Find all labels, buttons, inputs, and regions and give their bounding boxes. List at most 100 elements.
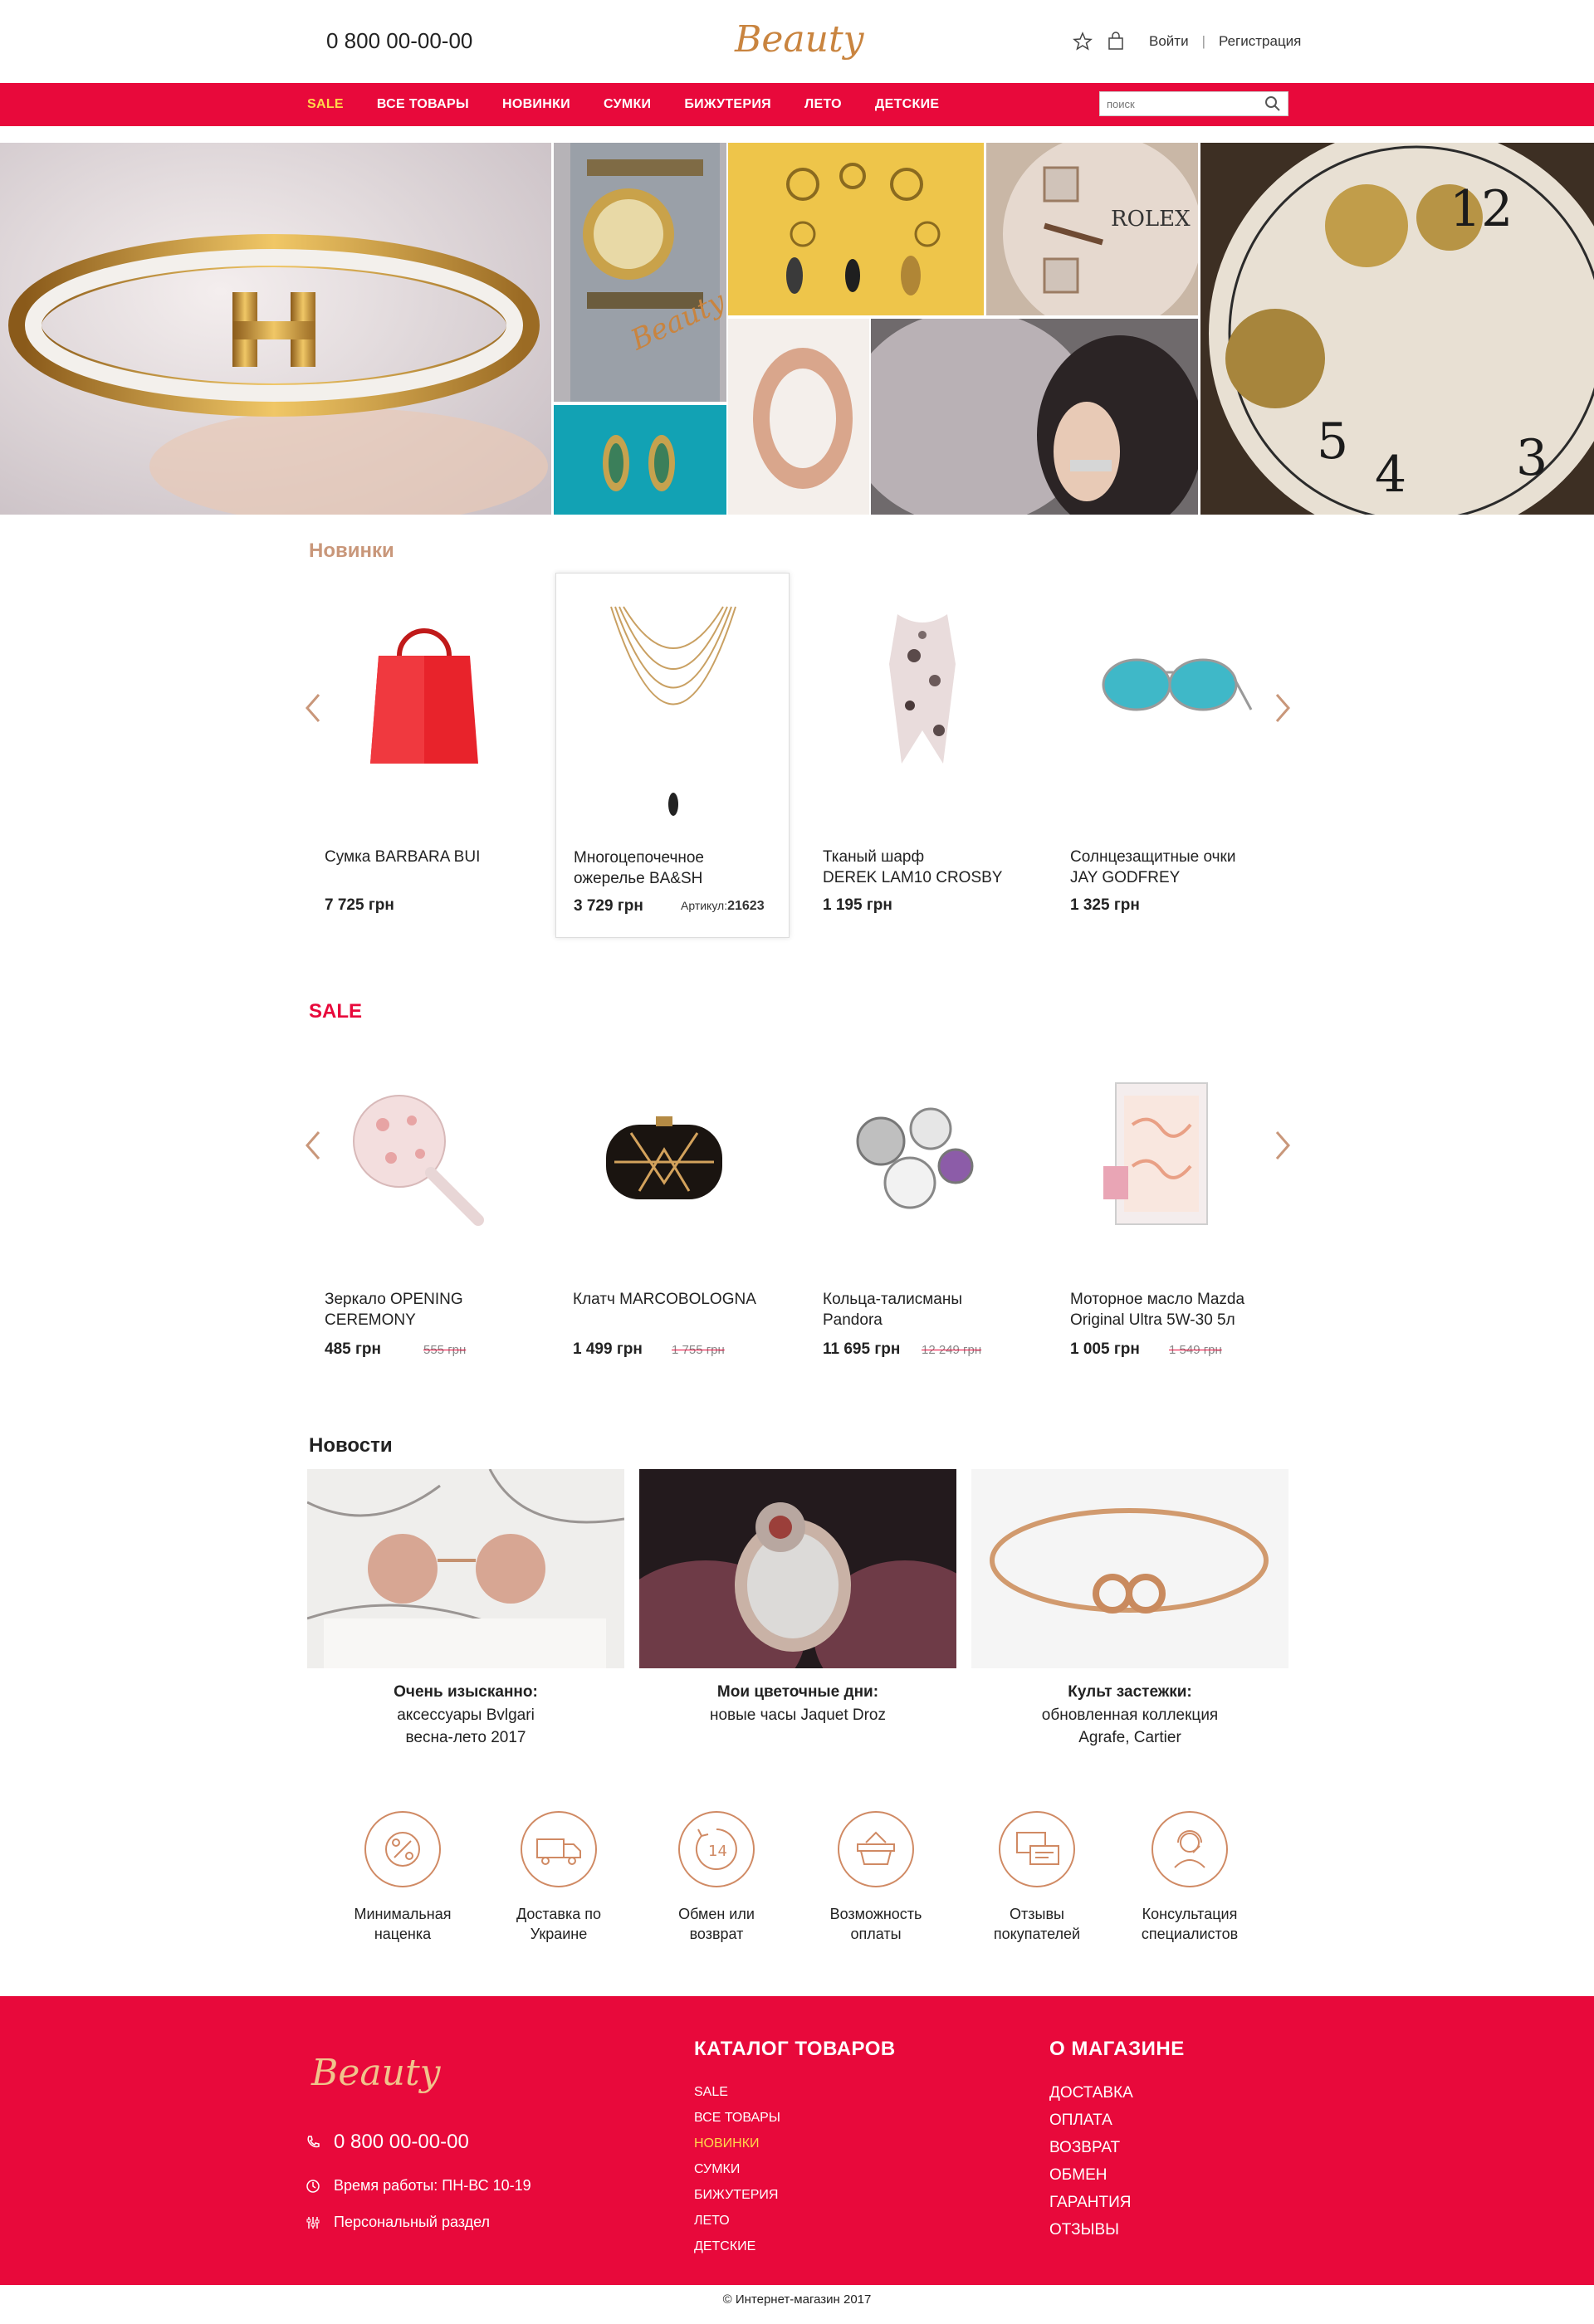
footer-about-item[interactable]: ОТЗЫВЫ <box>1049 2216 1133 2243</box>
footer-phone[interactable]: 0 800 00-00-00 <box>306 2131 469 2154</box>
product-card[interactable]: Тканый шарф DEREK LAM10 CROSBY 1 195 грн <box>805 573 1039 938</box>
nav-item-all[interactable]: ВСЕ ТОВАРЫ <box>377 97 469 112</box>
new-section-title: Новинки <box>309 540 394 562</box>
product-card-highlighted[interactable]: Многоцепочечное ожерелье BA&SH 3 729 грн … <box>555 573 790 938</box>
footer-logo-text: Beauty <box>310 2052 442 2094</box>
footer-catalog-item[interactable]: БИЖУТЕРИЯ <box>694 2182 780 2208</box>
logo[interactable]: Beauty <box>726 8 868 75</box>
footer-personal[interactable]: Персональный раздел <box>306 2214 490 2231</box>
news-title[interactable]: Очень изысканно: <box>307 1683 624 1702</box>
footer-about-item[interactable]: ВОЗВРАТ <box>1049 2134 1133 2161</box>
sale-card[interactable]: Кольца-талисманы Pandora 11 695 грн 12 24… <box>805 1058 1039 1374</box>
footer-catalog-item[interactable]: ДЕТСКИЕ <box>694 2234 780 2259</box>
footer-about-item[interactable]: ОПЛАТА <box>1049 2107 1133 2134</box>
nav-item-bags[interactable]: СУМКИ <box>604 97 651 112</box>
register-link[interactable]: Регистрация <box>1219 33 1301 50</box>
sale-card[interactable]: Зеркало OPENING CEREMONY 485 грн 555 грн <box>307 1058 541 1374</box>
footer-about-item[interactable]: ДОСТАВКА <box>1049 2079 1133 2107</box>
nav-item-jewelry[interactable]: БИЖУТЕРИЯ <box>684 97 771 112</box>
star-icon[interactable] <box>1073 32 1093 51</box>
feature-item: 14 Обмен или возврат <box>638 1809 795 1950</box>
product-name[interactable]: Моторное масло Mazda Original Ultra 5W-30… <box>1070 1289 1282 1330</box>
nav-item-summer[interactable]: ЛЕТО <box>804 97 842 112</box>
product-card[interactable]: Солнцезащитные очки JAY GODFREY 1 325 грн <box>1053 573 1287 938</box>
hero-image-cuff <box>728 319 869 515</box>
svg-text:14: 14 <box>708 1843 727 1860</box>
footer-logo[interactable]: Beauty <box>307 2042 448 2108</box>
news-card[interactable]: Очень изысканно: аксессуары Bvlgari весн… <box>307 1469 624 1751</box>
hero-image-fur <box>871 319 1198 515</box>
news-card[interactable]: Культ застежки: обновленная коллекция Ag… <box>971 1469 1288 1751</box>
nav-item-new[interactable]: НОВИНКИ <box>502 97 570 112</box>
sale-card[interactable]: Моторное масло Mazda Original Ultra 5W-30… <box>1053 1058 1287 1374</box>
search-input[interactable] <box>1100 92 1258 115</box>
feature-label: Обмен или <box>678 1906 755 1922</box>
basket-icon <box>838 1811 914 1887</box>
feature-label: наценка <box>374 1926 432 1942</box>
nav-item-sale[interactable]: SALE <box>307 97 344 112</box>
site-footer: Beauty 0 800 00-00-00 Время работы: ПН-В… <box>0 1996 1594 2285</box>
product-price: 1 005 грн <box>1070 1340 1140 1358</box>
product-old-price: 1 755 грн <box>672 1343 725 1357</box>
sale-image-clutch[interactable] <box>581 1075 747 1241</box>
product-card[interactable]: Сумка BARBARA BUI 7 725 грн <box>307 573 541 938</box>
bag-icon[interactable] <box>1106 32 1126 51</box>
product-image-bag[interactable] <box>341 606 507 772</box>
feature-label: Консультация <box>1142 1906 1238 1922</box>
news-text-line: Agrafe, Cartier <box>1078 1729 1181 1746</box>
news-image-watch[interactable] <box>639 1469 956 1668</box>
chat-icon <box>999 1811 1075 1887</box>
footer-about-item[interactable]: ОБМЕН <box>1049 2161 1133 2189</box>
product-name[interactable]: Зеркало OPENING CEREMONY <box>325 1289 536 1330</box>
news-title[interactable]: Культ застежки: <box>971 1683 1288 1702</box>
product-old-price: 555 грн <box>423 1343 467 1357</box>
footer-catalog-item[interactable]: СУМКИ <box>694 2156 780 2182</box>
product-image-sunglasses[interactable] <box>1087 606 1253 772</box>
search-icon[interactable] <box>1263 94 1283 114</box>
product-name[interactable]: Клатч MARCOBOLOGNA <box>573 1289 785 1310</box>
product-name[interactable]: Солнцезащитные очки JAY GODFREY <box>1070 847 1278 888</box>
news-image-bracelet[interactable] <box>971 1469 1288 1668</box>
footer-catalog-item[interactable]: ЛЕТО <box>694 2208 780 2234</box>
feature-label: Возможность <box>829 1906 922 1922</box>
footer-catalog-item[interactable]: SALE <box>694 2079 780 2105</box>
sale-image-mirror[interactable] <box>333 1075 499 1241</box>
logo-text: Beauty <box>734 18 865 61</box>
product-name[interactable]: Многоцепочечное ожерелье BA&SH <box>574 847 781 889</box>
footer-catalog-item[interactable]: ВСЕ ТОВАРЫ <box>694 2105 780 2131</box>
news-text-line: обновленная коллекция <box>1041 1706 1219 1724</box>
product-price: 1 499 грн <box>573 1340 643 1358</box>
header-actions: Войти | Регистрация <box>1073 32 1301 51</box>
product-name[interactable]: Тканый шарф DEREK LAM10 CROSBY <box>823 847 1030 888</box>
footer-catalog-item-active[interactable]: НОВИНКИ <box>694 2131 780 2156</box>
svg-text:3: 3 <box>1516 429 1548 487</box>
sale-card[interactable]: Клатч MARCOBOLOGNA 1 499 грн 1 755 грн <box>555 1058 790 1374</box>
header-phone[interactable]: 0 800 00-00-00 <box>326 28 472 54</box>
login-link[interactable]: Войти <box>1149 33 1189 50</box>
news-card[interactable]: Мои цветочные дни: новые часы Jaquet Dro… <box>639 1469 956 1751</box>
news-image-sunglasses[interactable] <box>307 1469 624 1668</box>
product-image-scarf[interactable] <box>839 606 1005 772</box>
product-image-necklace[interactable] <box>590 590 756 823</box>
feature-label: оплаты <box>850 1926 902 1942</box>
product-price: 11 695 грн <box>823 1340 901 1358</box>
product-name[interactable]: Сумка BARBARA BUI <box>325 847 532 867</box>
product-sku: Артикул:21623 <box>681 899 765 913</box>
product-old-price: 1 549 грн <box>1169 1343 1222 1357</box>
header-separator: | <box>1201 33 1205 49</box>
news-title[interactable]: Мои цветочные дни: <box>639 1683 956 1702</box>
sale-image-box[interactable] <box>1078 1075 1244 1241</box>
product-name[interactable]: Кольца-талисманы Pandora <box>823 1289 1034 1330</box>
product-price: 3 729 грн <box>574 897 643 915</box>
sale-image-rings[interactable] <box>831 1075 997 1241</box>
clock-icon <box>306 2179 320 2193</box>
feature-label: возврат <box>689 1926 744 1942</box>
feature-item: Минимальная наценка <box>324 1809 482 1950</box>
news-text-line: новые часы Jaquet Droz <box>710 1706 886 1724</box>
footer-about-item[interactable]: ГАРАНТИЯ <box>1049 2189 1133 2216</box>
nav-item-kids[interactable]: ДЕТСКИЕ <box>875 97 939 112</box>
hero-rolex-label: ROLEX <box>1111 207 1191 232</box>
hero-banner[interactable]: Beauty ROLEX 12 3 5 4 <box>0 143 1594 515</box>
sale-section-title: SALE <box>309 1000 363 1023</box>
settings-icon <box>306 2216 320 2229</box>
